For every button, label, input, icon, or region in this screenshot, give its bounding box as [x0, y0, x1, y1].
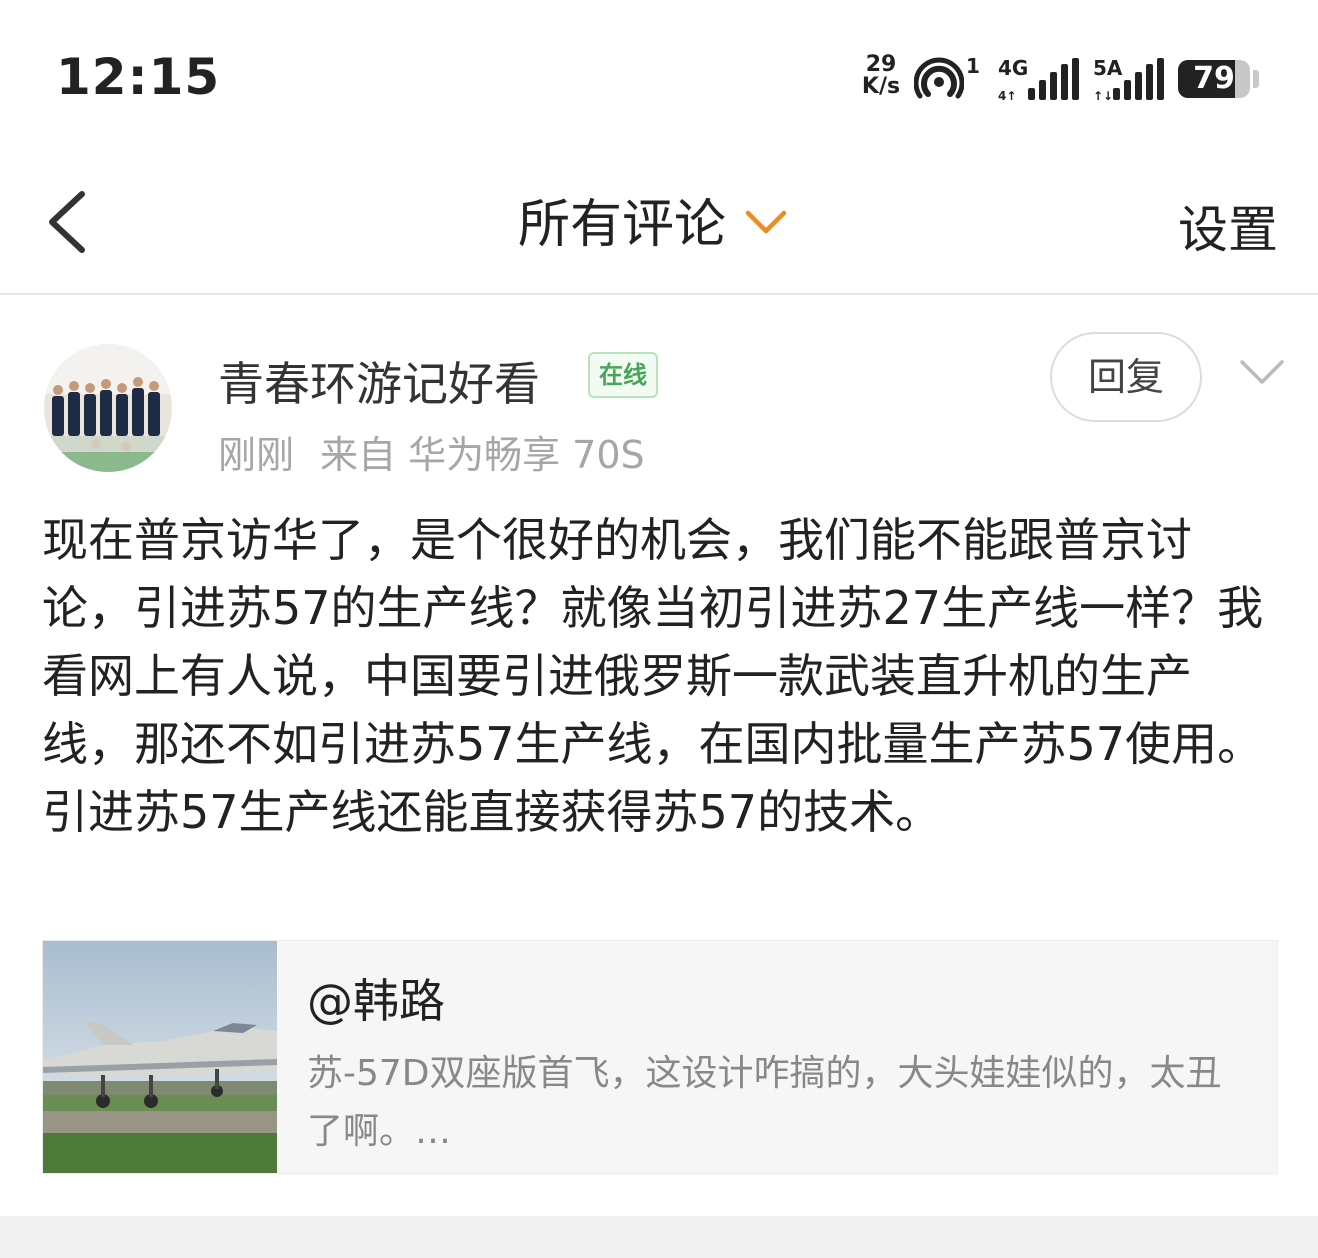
battery-level: 79: [1193, 61, 1235, 96]
svg-text:↑↓: ↑↓: [1093, 89, 1113, 102]
battery-tip: [1253, 70, 1259, 88]
chevron-down-icon[interactable]: [1238, 356, 1286, 386]
quoted-post-card[interactable]: @韩路 苏-57D双座版首飞，这设计咋搞的，大头娃娃似的，太丑了啊。…: [42, 940, 1278, 1174]
chevron-down-icon: [745, 210, 787, 234]
comment-item: 青春环游记好看 在线 刚刚 来自 华为畅享 70S 回复 现在普京访华了，是个很好…: [0, 296, 1318, 1216]
comment-time: 刚刚: [218, 433, 295, 477]
avatar-image: [44, 344, 172, 472]
back-arrow-icon[interactable]: [40, 186, 100, 256]
username[interactable]: 青春环游记好看: [218, 348, 540, 414]
quoted-post-author[interactable]: @韩路: [307, 965, 445, 1031]
network-speed-value: 29: [865, 52, 897, 77]
comment-meta: 刚刚 来自 华为畅享 70S: [218, 424, 671, 479]
jet-image: [43, 941, 277, 1173]
quoted-post-thumbnail: [43, 941, 277, 1173]
settings-button[interactable]: 设置: [1178, 190, 1278, 262]
sim1-signal-icon: 4↑: [998, 58, 1079, 102]
reply-button[interactable]: 回复: [1050, 332, 1202, 422]
online-badge: 在线: [588, 352, 658, 398]
avatar[interactable]: [44, 344, 172, 472]
status-time: 12:15: [56, 48, 221, 106]
quoted-post-text: 苏-57D双座版首飞，这设计咋搞的，大头娃娃似的，太丑了啊。…: [307, 1053, 1222, 1152]
comment-source: 来自 华为畅享 70S: [320, 433, 645, 477]
battery-icon: 79: [1178, 60, 1250, 98]
network-speed: 29 K/s: [856, 54, 906, 98]
hotspot-icon: [914, 57, 964, 99]
svg-text:4↑: 4↑: [998, 89, 1016, 102]
top-nav-bar: 所有评论 设置: [0, 150, 1318, 295]
comment-filter-dropdown[interactable]: 所有评论: [518, 184, 788, 255]
page-title: 所有评论: [518, 194, 727, 255]
hotspot-count: 1: [966, 54, 980, 78]
network-speed-unit: K/s: [861, 74, 901, 99]
sim2-signal-icon: ↑↓: [1093, 58, 1164, 102]
status-bar: 12:15 29 K/s 1 4G 4↑ 5A ↑↓ 79: [0, 0, 1318, 150]
list-divider: [0, 1216, 1318, 1258]
comment-text: 现在普京访华了，是个很好的机会，我们能不能跟普京讨论，引进苏57的生产线？就像当…: [42, 513, 1264, 839]
